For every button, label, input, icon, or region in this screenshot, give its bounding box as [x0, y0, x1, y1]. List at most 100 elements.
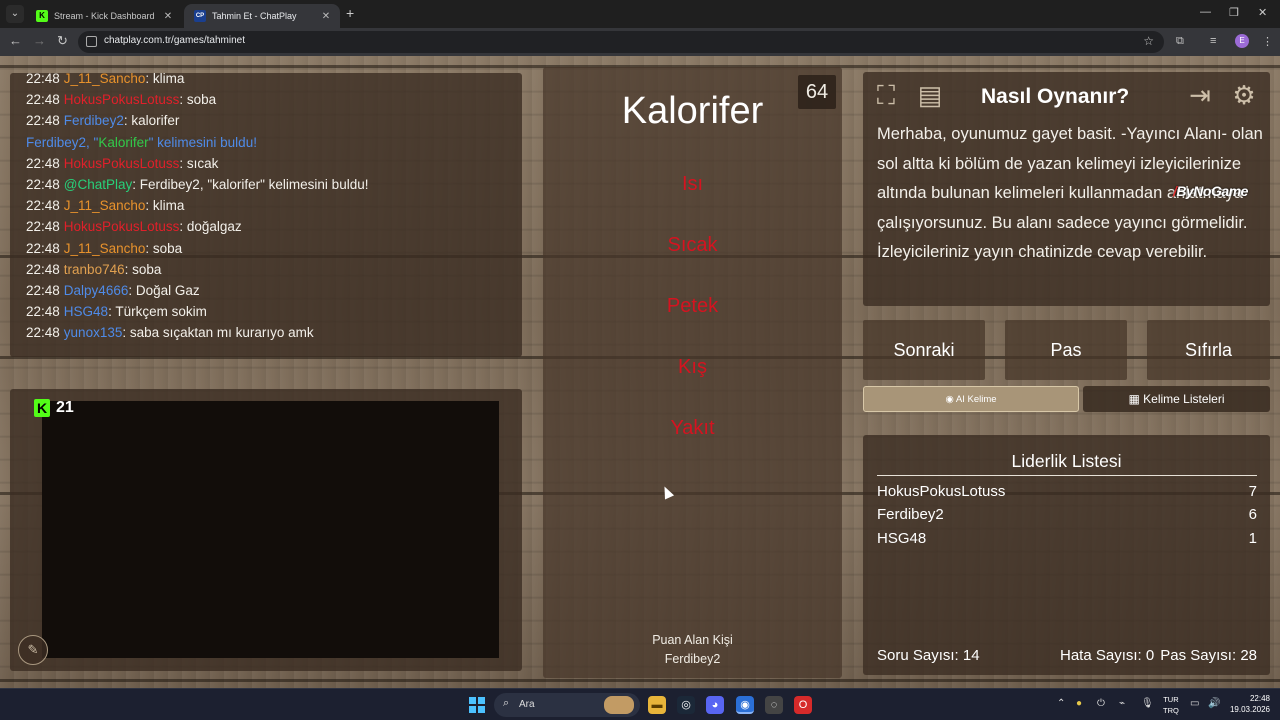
browser-toolbar: ← → ↻ chatplay.com.tr/games/tahminet ☆ ⧉… — [0, 28, 1280, 56]
chat-text: : Türkçem sokim — [108, 304, 207, 320]
language-indicator[interactable]: TUR TRQ — [1163, 694, 1179, 716]
taskbar-search[interactable]: ⌕ Ara — [494, 693, 640, 717]
leaderboard-divider — [877, 475, 1257, 476]
chat-username[interactable]: yunox135 — [64, 325, 123, 340]
discord-icon[interactable]: ◕ — [706, 696, 724, 714]
taboo-word: Isı — [681, 173, 704, 195]
new-tab-button[interactable]: + — [346, 6, 354, 20]
bookmark-star-icon[interactable]: ☆ — [1143, 34, 1154, 48]
chat-username[interactable]: HSG48 — [64, 304, 108, 319]
found-word: Kalorifer — [98, 134, 149, 150]
gear-icon[interactable]: ⚙ — [1227, 78, 1261, 112]
chat-username[interactable]: J_11_Sancho — [64, 198, 146, 213]
tray-app-icon[interactable]: ● — [1076, 698, 1082, 709]
chat-message: 22:48 HSG48: Türkçem sokim — [26, 302, 522, 323]
search-placeholder: Ara — [519, 699, 535, 710]
chat-timestamp: 22:48 — [26, 73, 60, 86]
extensions-icon[interactable]: ⧉ — [1176, 35, 1184, 48]
chat-username[interactable]: J_11_Sancho — [64, 241, 146, 256]
clock-date: 19.03.2026 — [1229, 705, 1270, 714]
chat-text: : soba — [124, 261, 162, 277]
pass-count: Pas Sayısı: 28 — [1160, 647, 1257, 664]
chat-timestamp: 22:48 — [26, 92, 60, 108]
pen-icon[interactable]: ✎ — [18, 635, 48, 665]
how-to-play-panel: ⛶ ▤ Nasıl Oynanır? ⇥ ⚙ Merhaba, oyunumuz… — [863, 72, 1270, 306]
close-window-icon[interactable]: ✕ — [1258, 6, 1267, 19]
steam-icon[interactable]: ◎ — [677, 696, 695, 714]
word-lists-button[interactable]: ▦ Kelime Listeleri — [1083, 386, 1270, 412]
chat-username[interactable]: Dalpy4666 — [64, 283, 129, 298]
tab-chatplay[interactable]: CP Tahmin Et - ChatPlay ✕ — [184, 4, 340, 28]
tab-search-button[interactable]: ⌄ — [6, 5, 24, 23]
scorer-label: Puan Alan Kişi — [652, 633, 733, 647]
chat-message: 22:48 Dalpy4666: Doğal Gaz — [26, 281, 522, 302]
next-button[interactable]: Sonraki — [863, 320, 985, 380]
start-button[interactable] — [469, 697, 485, 713]
reset-button[interactable]: Sıfırla — [1147, 320, 1270, 380]
tray-overflow-icon[interactable]: ⌃ — [1057, 698, 1065, 709]
chat-message: 22:48 HokusPokusLotuss: doğalgaz — [26, 217, 522, 238]
ai-word-label: AI Kelime — [955, 394, 997, 405]
close-tab-icon[interactable]: ✕ — [320, 11, 332, 22]
browser-tab-strip: ⌄ K Stream - Kick Dashboard ✕ CP Tahmin … — [0, 0, 1280, 28]
game-page: 22:48 J_11_Sancho: klima 22:48 HokusPokusLo… — [0, 56, 1280, 688]
obs-icon[interactable]: ◌ — [765, 696, 783, 714]
chat-text: : saba sıçaktan mı kurarıyo amk — [122, 325, 314, 341]
address-bar[interactable]: chatplay.com.tr/games/tahminet ☆ — [78, 31, 1164, 53]
chat-username[interactable]: HokusPokusLotuss — [64, 219, 180, 234]
profile-avatar[interactable]: E — [1235, 34, 1249, 48]
tab-kick-dashboard[interactable]: K Stream - Kick Dashboard ✕ — [26, 4, 182, 28]
chat-text: : soba — [179, 92, 217, 108]
player-score: 1 — [1248, 530, 1257, 547]
browser-menu-icon[interactable]: ⋮ — [1262, 35, 1273, 48]
target-word: Kalorifer — [621, 90, 764, 132]
chat-text: : klima — [145, 73, 185, 86]
file-explorer-icon[interactable]: ▬ — [648, 696, 666, 714]
chat-username[interactable]: tranbo746 — [64, 262, 125, 277]
chat-message: 22:48 HokusPokusLotuss: sıcak — [26, 154, 522, 175]
reload-icon[interactable]: ↻ — [57, 34, 68, 48]
exit-icon[interactable]: ⇥ — [1183, 78, 1217, 112]
opera-icon[interactable]: O — [794, 696, 812, 714]
ai-word-button[interactable]: ◉ AI Kelime — [863, 386, 1079, 412]
url-text: chatplay.com.tr/games/tahminet — [104, 35, 245, 46]
restore-icon[interactable]: ❐ — [1229, 6, 1239, 19]
kick-logo-icon: K — [34, 399, 50, 417]
chat-text: : sıcak — [179, 155, 219, 171]
tray-power-icon[interactable]: ⏻ — [1097, 698, 1105, 709]
chat-panel: 22:48 J_11_Sancho: klima 22:48 HokusPokusLo… — [10, 73, 522, 357]
player-name: Ferdibey2 — [877, 506, 944, 523]
volume-icon[interactable]: 🔊 — [1208, 698, 1220, 709]
chat-username[interactable]: J_11_Sancho — [64, 73, 146, 86]
chat-message: 22:48 Ferdibey2: kalorifer — [26, 111, 522, 132]
taskbar-clock[interactable]: 22:48 19.03.2026 — [1226, 693, 1270, 715]
streamer-area-panel: K 21 ✎ — [10, 389, 522, 671]
lang-bottom: TRQ — [1163, 706, 1179, 715]
chat-username[interactable]: HokusPokusLotuss — [64, 92, 180, 107]
tray-network-icon[interactable]: ⌁ — [1119, 698, 1125, 709]
question-count: Soru Sayısı: 14 — [877, 647, 980, 664]
back-icon[interactable]: ← — [9, 34, 22, 48]
display-icon[interactable]: ▭ — [1190, 698, 1199, 709]
stream-preview — [42, 401, 499, 658]
search-highlight-image — [604, 696, 634, 714]
minimize-icon[interactable]: — — [1200, 6, 1211, 18]
media-controls-icon[interactable]: ≡ — [1210, 35, 1216, 47]
chat-username[interactable]: HokusPokusLotuss — [64, 156, 180, 171]
pass-button[interactable]: Pas — [1005, 320, 1127, 380]
site-info-icon[interactable] — [86, 36, 97, 47]
fullscreen-icon[interactable]: ⛶ — [869, 78, 903, 112]
chat-username[interactable]: @ChatPlay — [64, 177, 132, 192]
chat-timestamp: 22:48 — [26, 282, 60, 298]
chrome-icon[interactable]: ◉ — [736, 696, 754, 714]
leaderboard-title: Liderlik Listesi — [1011, 451, 1122, 471]
chat-message: 22:48 @ChatPlay: Ferdibey2, "kalorifer" k… — [26, 175, 522, 196]
forward-icon[interactable]: → — [33, 34, 46, 48]
notes-icon[interactable]: ▤ — [913, 78, 947, 112]
player-name: HSG48 — [877, 530, 927, 547]
chat-username[interactable]: Ferdibey2 — [64, 113, 124, 128]
microphone-icon[interactable]: 🎙 — [1141, 698, 1154, 709]
leaderboard-row: Ferdibey2 6 — [877, 506, 1257, 528]
close-tab-icon[interactable]: ✕ — [162, 11, 174, 22]
chat-message: 22:48 J_11_Sancho: klima — [26, 73, 522, 90]
